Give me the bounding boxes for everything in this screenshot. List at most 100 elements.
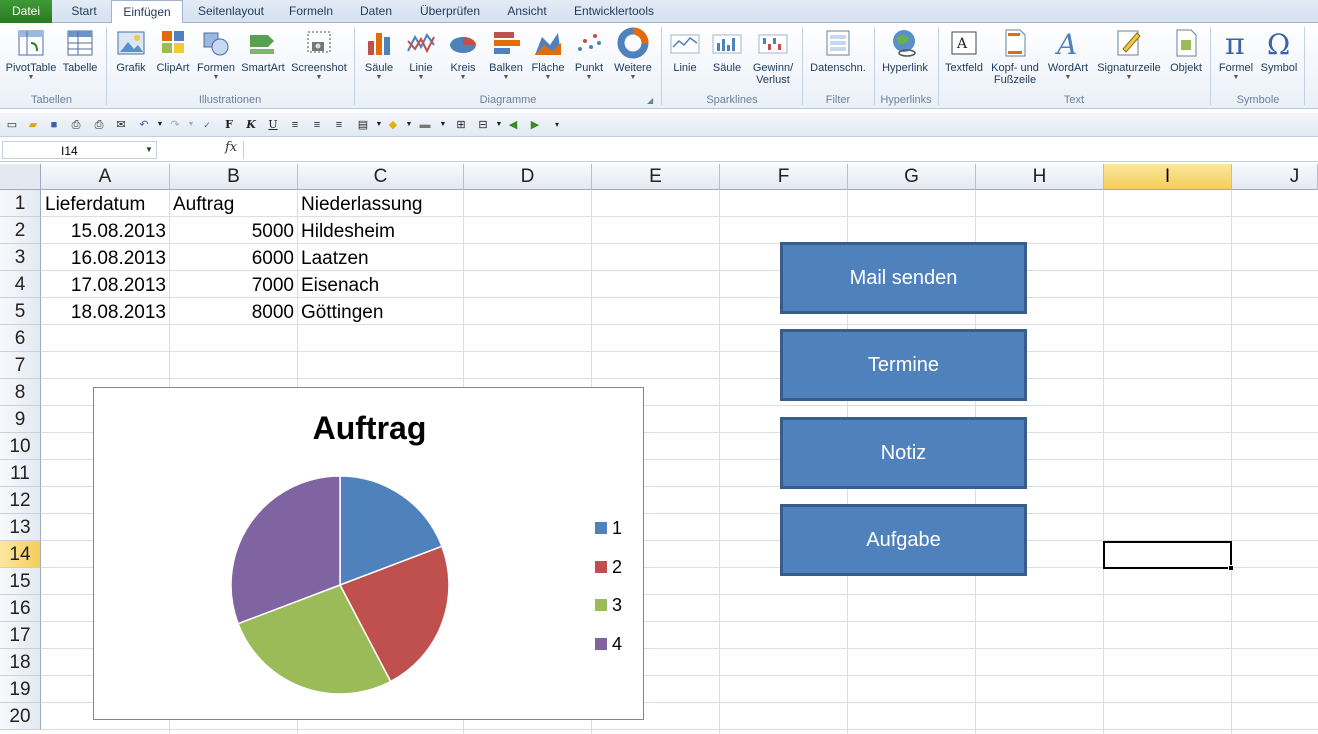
open-folder-icon[interactable]: ▰ <box>24 116 42 134</box>
chart-weitere-button[interactable]: Weitere ▼ <box>612 25 654 93</box>
formel-button[interactable]: π Formel ▼ <box>1215 25 1257 93</box>
row-header-13[interactable]: 13 <box>0 514 41 541</box>
textfeld-button[interactable]: A Textfeld <box>942 25 986 93</box>
sparkline-saeule-button[interactable]: Säule <box>708 25 746 93</box>
row-header-15[interactable]: 15 <box>0 568 41 595</box>
chevron-down-icon[interactable]: ▼ <box>434 116 452 134</box>
cell-a3[interactable]: 16.08.2013 <box>45 245 166 272</box>
notiz-button[interactable]: Notiz <box>780 417 1027 489</box>
pie-plot[interactable] <box>94 388 645 721</box>
arrow-left-icon[interactable]: ◀ <box>504 116 522 134</box>
column-header-e[interactable]: E <box>592 164 720 190</box>
column-header-g[interactable]: G <box>848 164 976 190</box>
tab-ueberpruefen[interactable]: Überprüfen <box>411 0 489 23</box>
row-header-10[interactable]: 10 <box>0 433 41 460</box>
cell-c4[interactable]: Eisenach <box>301 272 379 299</box>
hyperlink-button[interactable]: Hyperlink <box>879 25 931 93</box>
save-icon[interactable]: ■ <box>45 116 63 134</box>
cell-a2[interactable]: 15.08.2013 <box>45 218 166 245</box>
border-icon[interactable]: ▬ <box>416 116 434 134</box>
cell-c1[interactable]: Niederlassung <box>301 191 422 218</box>
tab-ansicht[interactable]: Ansicht <box>498 0 556 23</box>
arrow-right-icon[interactable]: ▶ <box>526 116 544 134</box>
tab-seitenlayout[interactable]: Seitenlayout <box>190 0 272 23</box>
align-right-icon[interactable]: ≡ <box>330 116 348 134</box>
clipart-button[interactable]: ClipArt <box>153 25 193 93</box>
tabelle-button[interactable]: Tabelle <box>60 25 100 93</box>
tab-entwicklertools[interactable]: Entwicklertools <box>566 0 662 23</box>
column-header-i[interactable]: I <box>1104 164 1232 190</box>
name-box[interactable]: I14 <box>2 141 157 159</box>
merge-cells-icon[interactable]: ⊞ <box>452 116 470 134</box>
email-icon[interactable]: ✉ <box>112 116 130 134</box>
chart-balken-button[interactable]: Balken ▼ <box>485 25 527 93</box>
align-left-icon[interactable]: ≡ <box>286 116 304 134</box>
chart-flaeche-button[interactable]: Fläche ▼ <box>529 25 567 93</box>
print-preview-icon[interactable]: ⎙ <box>67 116 85 134</box>
row-header-8[interactable]: 8 <box>0 379 41 406</box>
new-document-icon[interactable]: ▭ <box>3 116 21 134</box>
symbol-button[interactable]: Ω Symbol <box>1258 25 1300 93</box>
selected-cell-i14[interactable] <box>1103 541 1232 569</box>
column-header-j[interactable]: J <box>1232 164 1318 190</box>
cell-b1[interactable]: Auftrag <box>173 191 234 218</box>
signaturzeile-button[interactable]: Signaturzeile ▼ <box>1094 25 1164 93</box>
tab-daten[interactable]: Daten <box>351 0 401 23</box>
worksheet-grid[interactable]: A B C D E F G H I J 1 2 3 4 5 6 7 8 9 10… <box>0 164 1318 734</box>
select-all-corner[interactable] <box>0 164 41 190</box>
align-center-icon[interactable]: ≡ <box>308 116 326 134</box>
row-header-11[interactable]: 11 <box>0 460 41 487</box>
datenschnitt-button[interactable]: Datenschn. <box>806 25 870 93</box>
chevron-down-icon[interactable]: ▼ <box>145 141 153 159</box>
column-header-a[interactable]: A <box>41 164 170 190</box>
cell-a4[interactable]: 17.08.2013 <box>45 272 166 299</box>
row-header-17[interactable]: 17 <box>0 622 41 649</box>
chart-punkt-button[interactable]: Punkt ▼ <box>570 25 608 93</box>
cell-a5[interactable]: 18.08.2013 <box>45 299 166 326</box>
pivottable-button[interactable]: PivotTable ▼ <box>3 25 59 93</box>
sparkline-gewinn-verlust-button[interactable]: Gewinn/ Verlust <box>749 25 797 93</box>
row-header-16[interactable]: 16 <box>0 595 41 622</box>
row-header-5[interactable]: 5 <box>0 298 41 325</box>
column-header-f[interactable]: F <box>720 164 848 190</box>
row-header-14[interactable]: 14 <box>0 541 41 568</box>
cell-c5[interactable]: Göttingen <box>301 299 383 326</box>
termine-button[interactable]: Termine <box>780 329 1027 401</box>
cell-b2[interactable]: 5000 <box>173 218 294 245</box>
row-header-4[interactable]: 4 <box>0 271 41 298</box>
dialog-launcher-icon[interactable]: ◢ <box>647 96 653 105</box>
sparkline-linie-button[interactable]: Linie <box>666 25 704 93</box>
bold-icon[interactable]: F <box>220 116 238 134</box>
fill-handle[interactable] <box>1228 565 1234 571</box>
chart-linie-button[interactable]: Linie ▼ <box>402 25 440 93</box>
column-header-c[interactable]: C <box>298 164 464 190</box>
row-header-2[interactable]: 2 <box>0 217 41 244</box>
row-header-6[interactable]: 6 <box>0 325 41 352</box>
row-header-1[interactable]: 1 <box>0 190 41 217</box>
screenshot-button[interactable]: Screenshot ▼ <box>289 25 349 93</box>
aufgabe-button[interactable]: Aufgabe <box>780 504 1027 576</box>
insert-function-icon[interactable]: fx <box>225 140 237 155</box>
column-header-h[interactable]: H <box>976 164 1104 190</box>
cell-b4[interactable]: 7000 <box>173 272 294 299</box>
print-icon[interactable]: ⎙ <box>90 116 108 134</box>
row-header-9[interactable]: 9 <box>0 406 41 433</box>
cell-a1[interactable]: Lieferdatum <box>45 191 145 218</box>
grafik-button[interactable]: Grafik <box>112 25 150 93</box>
row-header-12[interactable]: 12 <box>0 487 41 514</box>
formula-input[interactable] <box>243 141 1318 159</box>
row-header-19[interactable]: 19 <box>0 676 41 703</box>
tab-start[interactable]: Start <box>60 0 108 23</box>
column-header-d[interactable]: D <box>464 164 592 190</box>
tab-einfuegen[interactable]: Einfügen <box>111 0 183 24</box>
cell-c2[interactable]: Hildesheim <box>301 218 395 245</box>
cell-b5[interactable]: 8000 <box>173 299 294 326</box>
tab-formeln[interactable]: Formeln <box>282 0 340 23</box>
formen-button[interactable]: Formen ▼ <box>195 25 237 93</box>
smartart-button[interactable]: SmartArt <box>239 25 287 93</box>
objekt-button[interactable]: Objekt <box>1166 25 1206 93</box>
wordart-button[interactable]: A WordArt ▼ <box>1045 25 1091 93</box>
pie-chart[interactable]: Auftrag 1234 <box>93 387 644 720</box>
cell-c3[interactable]: Laatzen <box>301 245 369 272</box>
tab-datei[interactable]: Datei <box>0 0 52 23</box>
